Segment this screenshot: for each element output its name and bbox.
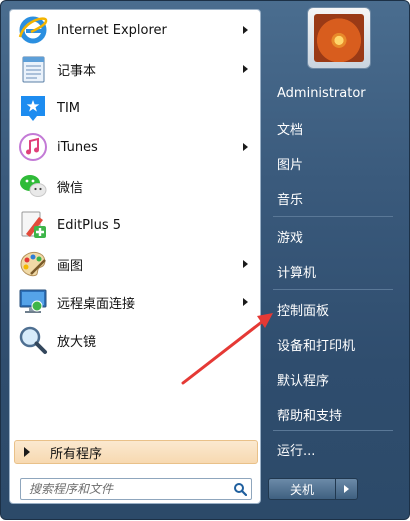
shutdown-button[interactable]: 关机	[268, 478, 336, 500]
right-item-label: 图片	[277, 157, 304, 173]
program-tim[interactable]: TIM	[13, 90, 259, 126]
user-name-label: Administrator	[277, 85, 366, 101]
right-item-run[interactable]: 运行...	[269, 434, 399, 464]
right-item-music[interactable]: 音乐	[269, 183, 399, 213]
magnifier-icon	[17, 324, 49, 356]
right-item-documents[interactable]: 文档	[269, 113, 399, 143]
right-item-label: 帮助和支持	[277, 408, 343, 424]
right-item-computer[interactable]: 计算机	[269, 256, 399, 286]
avatar	[314, 14, 364, 62]
remote-desktop-icon	[17, 286, 49, 318]
program-remote-desktop[interactable]: 远程桌面连接	[13, 284, 259, 320]
right-item-label: 计算机	[277, 265, 317, 281]
right-item-label: 设备和打印机	[277, 338, 356, 354]
separator	[273, 216, 393, 217]
user-picture[interactable]	[307, 7, 371, 69]
submenu-arrow-icon[interactable]	[243, 298, 248, 306]
submenu-arrow-icon[interactable]	[243, 143, 248, 151]
expand-arrow-icon	[24, 447, 30, 457]
program-label: Internet Explorer	[57, 22, 167, 38]
program-editplus[interactable]: EditPlus 5	[13, 207, 259, 243]
program-itunes[interactable]: iTunes	[13, 129, 259, 165]
search-input[interactable]	[21, 481, 229, 497]
right-item-default-programs[interactable]: 默认程序	[269, 364, 399, 394]
submenu-arrow-icon[interactable]	[243, 65, 248, 73]
program-label: EditPlus 5	[57, 217, 122, 233]
program-label: 远程桌面连接	[57, 296, 136, 312]
user-name[interactable]: Administrator	[269, 78, 399, 108]
program-wechat[interactable]: 微信	[13, 168, 259, 204]
right-item-label: 文档	[277, 122, 304, 138]
program-notepad[interactable]: 记事本	[13, 51, 259, 87]
search-box[interactable]	[20, 478, 252, 500]
paint-icon	[17, 248, 49, 280]
right-item-help-support[interactable]: 帮助和支持	[269, 399, 399, 429]
program-label: 放大镜	[57, 334, 97, 350]
internet-explorer-icon	[17, 14, 49, 46]
editplus-icon	[17, 209, 49, 241]
notepad-icon	[17, 53, 49, 85]
right-item-games[interactable]: 游戏	[269, 221, 399, 251]
right-item-pictures[interactable]: 图片	[269, 148, 399, 178]
program-label: 微信	[57, 180, 84, 196]
right-item-label: 默认程序	[277, 373, 330, 389]
start-menu: Internet Explorer 记事本 TIM iTunes 微信 Edit…	[0, 0, 410, 520]
separator	[273, 430, 393, 431]
program-paint[interactable]: 画图	[13, 246, 259, 282]
all-programs-label: 所有程序	[50, 446, 103, 462]
right-item-label: 游戏	[277, 230, 304, 246]
program-internet-explorer[interactable]: Internet Explorer	[13, 12, 259, 48]
shutdown-options-button[interactable]	[336, 478, 358, 500]
submenu-arrow-icon[interactable]	[243, 26, 248, 34]
program-magnifier[interactable]: 放大镜	[13, 322, 259, 358]
submenu-arrow-icon[interactable]	[243, 260, 248, 268]
program-label: iTunes	[57, 139, 98, 155]
shutdown-label: 关机	[289, 482, 314, 497]
right-item-label: 控制面板	[277, 303, 330, 319]
right-item-label: 音乐	[277, 192, 304, 208]
tim-icon	[17, 92, 49, 124]
program-label: TIM	[57, 100, 80, 116]
itunes-icon	[17, 131, 49, 163]
all-programs-button[interactable]: 所有程序	[14, 440, 258, 464]
search-icon[interactable]	[229, 479, 251, 499]
program-label: 画图	[57, 258, 84, 274]
separator	[273, 289, 393, 290]
right-item-label: 运行...	[277, 443, 316, 459]
right-item-control-panel[interactable]: 控制面板	[269, 294, 399, 324]
program-label: 记事本	[57, 63, 97, 79]
programs-pane: Internet Explorer 记事本 TIM iTunes 微信 Edit…	[9, 9, 261, 504]
chevron-right-icon	[344, 485, 349, 493]
right-item-devices-printers[interactable]: 设备和打印机	[269, 329, 399, 359]
wechat-icon	[17, 170, 49, 202]
